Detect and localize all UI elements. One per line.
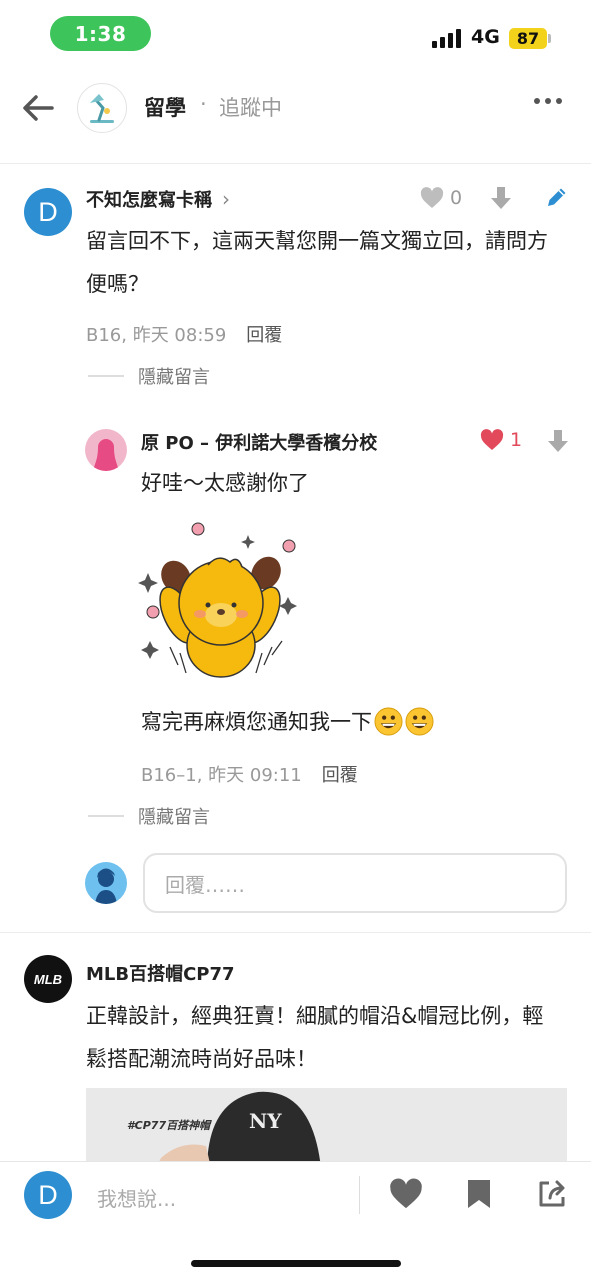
avatar[interactable]: D xyxy=(24,1171,72,1219)
ad-image[interactable]: #CP77百搭神帽 NY xyxy=(86,1088,567,1168)
comment-floor-time: B16, 昨天 08:59 xyxy=(86,325,227,346)
hide-comment-toggle[interactable]: 隱藏留言 xyxy=(88,803,210,829)
hide-line xyxy=(88,815,124,817)
like-button[interactable]: 1 xyxy=(480,429,522,451)
comment-body: 好哇～太感謝你了 xyxy=(141,471,309,495)
more-options-icon[interactable] xyxy=(534,98,562,104)
arrow-down-icon xyxy=(548,430,568,452)
ad-body[interactable]: 正韓設計，經典狂賣！細膩的帽沿&帽冠比例，輕鬆搭配潮流時尚好品味！ xyxy=(86,995,556,1081)
sticker-image xyxy=(138,515,303,685)
board-name[interactable]: 留學 xyxy=(144,92,186,122)
bottom-bar: D 我想說... xyxy=(0,1161,591,1279)
pencil-icon xyxy=(548,188,566,206)
chevron-right-icon: › xyxy=(222,187,230,211)
comment-body: 留言回不下，這兩天幫您開一篇文獨立回，請問方便嗎？ xyxy=(86,229,548,296)
heart-icon xyxy=(420,187,444,208)
grinning-emoji-icon xyxy=(405,706,434,736)
network-type: 4G xyxy=(471,26,500,48)
bookmark-button[interactable] xyxy=(466,1178,492,1214)
grinning-emoji-icon xyxy=(374,706,403,736)
heart-icon xyxy=(390,1178,422,1209)
arrow-down-icon xyxy=(491,187,511,209)
home-indicator xyxy=(191,1260,401,1267)
comment-meta: B16, 昨天 08:59 回覆 xyxy=(86,321,282,347)
comment-meta: B16–1, 昨天 09:11 回覆 xyxy=(141,761,358,787)
reply-input[interactable]: 回覆…… xyxy=(143,853,567,913)
hide-comment-label: 隱藏留言 xyxy=(138,367,210,388)
comment-body-text: 寫完再麻煩您通知我一下 xyxy=(141,710,372,734)
desk-lamp-icon xyxy=(90,94,114,123)
female-avatar-icon xyxy=(93,439,119,471)
comment-author-name[interactable]: 原 PO – 伊利諾大學香檳分校 xyxy=(141,429,377,455)
board-avatar[interactable] xyxy=(77,83,127,133)
status-bar: 1:38 4G 87 xyxy=(0,0,591,66)
bookmark-icon xyxy=(468,1180,490,1208)
like-post-button[interactable] xyxy=(389,1178,423,1214)
header: 留學 · 追蹤中 xyxy=(0,66,591,164)
comment-author[interactable]: 不知怎麼寫卡稱 › xyxy=(86,186,230,212)
user-avatar xyxy=(85,862,127,904)
mlb-logo[interactable]: MLB xyxy=(24,955,72,1003)
hide-comment-toggle[interactable]: 隱藏留言 xyxy=(88,363,210,389)
comment-input[interactable]: 我想說... xyxy=(97,1183,176,1212)
separator xyxy=(359,1176,360,1214)
reply-link[interactable]: 回覆 xyxy=(322,761,358,787)
battery-icon: 87 xyxy=(509,28,547,49)
like-count: 0 xyxy=(450,187,463,209)
cap-photo: NY xyxy=(156,1091,321,1168)
header-separator: · xyxy=(200,92,207,116)
reply-link[interactable]: 回覆 xyxy=(246,321,282,347)
comment-body-continued: 寫完再麻煩您通知我一下 xyxy=(141,706,434,736)
share-button[interactable] xyxy=(536,1178,568,1214)
status-time: 1:38 xyxy=(50,16,151,51)
divider xyxy=(0,932,591,933)
share-icon xyxy=(539,1180,565,1207)
male-avatar-icon xyxy=(95,868,117,904)
ad-author-name[interactable]: MLB百搭帽CP77 xyxy=(86,960,235,986)
avatar[interactable] xyxy=(85,429,127,471)
avatar[interactable]: D xyxy=(24,188,72,236)
hide-comment-label: 隱藏留言 xyxy=(138,807,210,828)
like-count: 1 xyxy=(510,429,523,451)
svg-text:NY: NY xyxy=(249,1109,282,1133)
dislike-button[interactable] xyxy=(547,429,569,457)
edit-button[interactable] xyxy=(545,185,569,213)
signal-icon xyxy=(432,29,461,48)
dislike-button[interactable] xyxy=(490,186,512,214)
hide-line xyxy=(88,375,124,377)
comment-author-name: 不知怎麼寫卡稱 xyxy=(86,190,212,211)
follow-status[interactable]: 追蹤中 xyxy=(219,92,282,122)
back-arrow-icon[interactable] xyxy=(20,90,56,126)
like-button[interactable]: 0 xyxy=(420,187,462,209)
comment-floor-time: B16–1, 昨天 09:11 xyxy=(141,765,302,786)
battery-tip xyxy=(548,34,551,43)
heart-icon xyxy=(480,429,504,450)
